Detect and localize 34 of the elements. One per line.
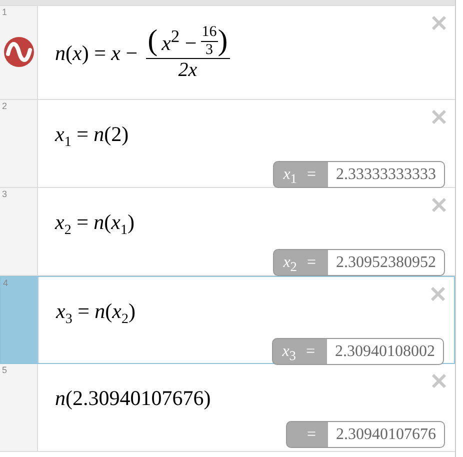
- expression-row[interactable]: 2 x$_{1}$ = n(2) x$_{1}$ = 2.33333333333: [0, 100, 455, 188]
- row-number: 3: [2, 189, 8, 199]
- row-number: 5: [2, 365, 8, 375]
- expression-row[interactable]: 4 x$_{3}$ = n(x$_{2}$) x$_{3}$ = 2.30940108002: [0, 276, 455, 364]
- result-label: x$_{3}$ =: [281, 342, 316, 364]
- wave-icon[interactable]: [4, 37, 34, 67]
- parenthesis: ): [218, 26, 228, 56]
- result-value: 2.33333333333: [328, 162, 444, 188]
- result-value: 2.30952380952: [328, 250, 444, 276]
- math-expression: x$_{3}$ = n(x$_{2}$): [56, 299, 136, 328]
- fraction-numerator: 16: [200, 24, 218, 42]
- fraction-denominator: 3: [206, 42, 214, 58]
- math-expression: x$_{1}$ = n(2): [55, 122, 130, 152]
- close-button[interactable]: [431, 109, 447, 125]
- close-button[interactable]: [431, 197, 447, 213]
- result-label: x$_{1}$ =: [282, 165, 317, 188]
- close-button[interactable]: [431, 15, 447, 31]
- fraction-denominator: 2x: [178, 59, 198, 82]
- row-number: 4: [3, 278, 8, 288]
- math-expression: x$_{2}$ = n(x$_{1}$): [55, 210, 136, 240]
- close-button[interactable]: [431, 373, 447, 389]
- result-value: 2.30940107676: [328, 422, 444, 447]
- math-expression: n(x) = x −: [55, 40, 138, 66]
- result-label: =: [306, 425, 317, 445]
- parenthesis: (: [148, 26, 158, 56]
- result-value: 2.30940108002: [327, 339, 443, 364]
- expression-row[interactable]: 5 n(2.30940107676) = 2.30940107676: [0, 364, 455, 452]
- result-label: x$_{2}$ =: [282, 253, 317, 276]
- close-button[interactable]: [430, 286, 446, 302]
- math-term: x$^{2}$ −: [162, 26, 197, 56]
- expression-row[interactable]: 3 x$_{2}$ = n(x$_{1}$) x$_{2}$ = 2.30952380952: [0, 188, 455, 276]
- row-number: 1: [2, 7, 8, 17]
- row-number: 2: [2, 101, 8, 111]
- math-expression: n(2.30940107676): [55, 386, 212, 411]
